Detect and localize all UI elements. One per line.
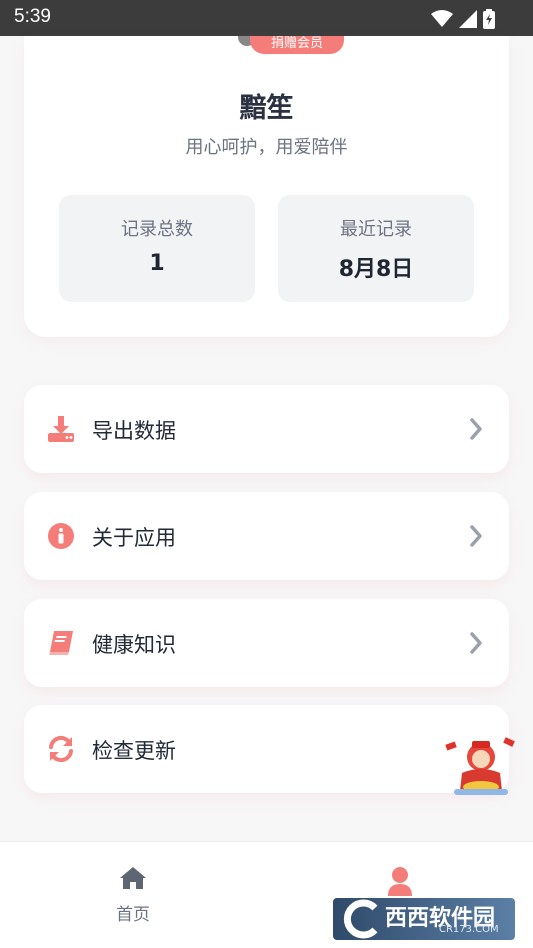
status-icons	[431, 9, 495, 29]
menu-item-check-update[interactable]: 检查更新	[24, 705, 509, 793]
home-icon	[120, 867, 146, 889]
donor-badge: 捐赠会员	[250, 36, 344, 54]
info-icon	[48, 523, 74, 549]
status-bar: 5:39	[0, 0, 533, 36]
stat-label: 记录总数	[121, 219, 193, 240]
wifi-icon	[431, 10, 453, 27]
stat-value: 1	[149, 251, 165, 276]
menu-item-health-knowledge[interactable]: 健康知识	[24, 599, 509, 687]
profile-name: 黯笙	[239, 93, 294, 124]
menu-item-label: 检查更新	[92, 739, 176, 763]
watermark-logo: 西西软件园 CR173.COM	[333, 898, 515, 940]
stat-label: 最近记录	[340, 219, 412, 240]
battery-icon	[483, 9, 495, 29]
status-time: 5:39	[14, 6, 51, 27]
chevron-right-icon	[470, 632, 482, 654]
stat-latest-record: 最近记录 8月8日	[278, 195, 474, 302]
download-icon	[48, 416, 74, 442]
chevron-right-icon	[470, 418, 482, 440]
stat-value: 8月8日	[338, 257, 414, 282]
profile-motto: 用心呵护，用爱陪伴	[185, 137, 348, 158]
menu-item-label: 健康知识	[92, 633, 176, 657]
mascot-icon[interactable]	[444, 735, 518, 797]
profile-card: 捐赠会员 黯笙 用心呵护，用爱陪伴 记录总数 1 最近记录 8月8日	[24, 36, 509, 337]
user-icon	[388, 867, 412, 896]
nav-tab-profile[interactable]	[380, 866, 420, 898]
menu-item-label: 关于应用	[92, 526, 176, 550]
menu-item-export-data[interactable]: 导出数据	[24, 385, 509, 473]
book-icon	[49, 631, 73, 655]
nav-tab-home[interactable]: 首页	[88, 866, 178, 925]
menu-item-label: 导出数据	[92, 419, 176, 443]
signal-icon	[459, 10, 477, 28]
menu-item-about-app[interactable]: 关于应用	[24, 492, 509, 580]
watermark-sub: CR173.COM	[439, 924, 499, 935]
watermark-c-icon	[343, 899, 378, 939]
stat-total-records: 记录总数 1	[59, 195, 255, 302]
nav-tab-home-label: 首页	[116, 905, 150, 925]
chevron-right-icon	[470, 525, 482, 547]
refresh-icon	[49, 735, 73, 763]
